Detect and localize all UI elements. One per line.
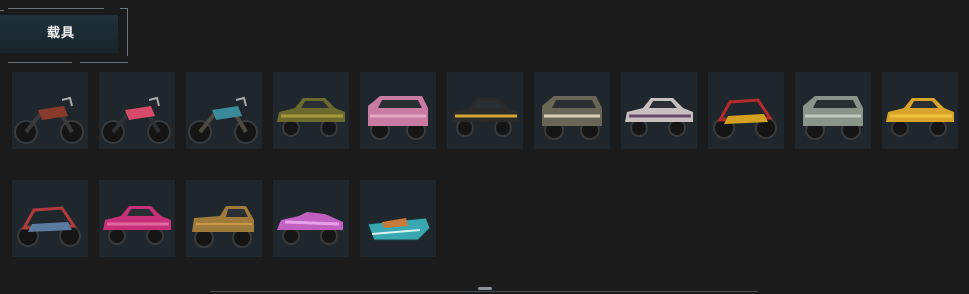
jeep-icon [803, 96, 863, 140]
tab-frame-line [80, 62, 128, 63]
motorcycle-icon [14, 96, 84, 144]
vehicle-skin-tile[interactable] [882, 72, 958, 149]
vehicle-skin-tile[interactable] [621, 72, 697, 149]
vehicle-skin-tile[interactable] [99, 180, 175, 257]
vehicle-skin-tile[interactable] [273, 180, 349, 257]
vehicle-skin-tile[interactable] [99, 72, 175, 149]
coupe-icon [451, 98, 519, 137]
vehicle-skin-tile[interactable] [12, 72, 88, 149]
buggy-icon [713, 98, 777, 139]
vehicle-skin-tile[interactable] [534, 72, 610, 149]
vehicle-skin-tile[interactable] [186, 180, 262, 257]
suv-icon [542, 96, 602, 140]
scrollbar-thumb[interactable] [478, 287, 492, 290]
tab-frame-line [8, 62, 72, 63]
buggy-icon [17, 206, 81, 247]
vehicle-skin-tile[interactable] [447, 72, 523, 149]
motorcycle-icon [101, 96, 171, 144]
tab-frame-line [8, 8, 104, 9]
vehicle-skin-tile[interactable] [273, 72, 349, 149]
tab-frame-line [127, 8, 128, 56]
vehicle-skin-tile[interactable] [795, 72, 871, 149]
horizontal-scrollbar[interactable] [210, 291, 758, 292]
taxi-icon [886, 98, 954, 137]
vehicle-skin-tile[interactable] [12, 180, 88, 257]
boat-icon [367, 217, 431, 241]
armored-car-icon [368, 96, 428, 140]
dirtbike-icon [188, 96, 258, 144]
vehicle-skin-tile[interactable] [186, 72, 262, 149]
vehicle-skin-tile[interactable] [360, 72, 436, 149]
category-tab-vehicles[interactable]: 载具 [0, 4, 130, 64]
convertible-icon [277, 212, 343, 245]
pickup-icon [192, 206, 254, 248]
tab-label: 载具 [46, 26, 75, 41]
vehicle-skin-tile[interactable] [708, 72, 784, 149]
sedan-icon [103, 206, 171, 245]
muscle-car-icon [625, 98, 693, 137]
sedan-icon [277, 98, 345, 137]
tab-frame-line [0, 10, 4, 11]
vehicle-skin-tile[interactable] [360, 180, 436, 257]
